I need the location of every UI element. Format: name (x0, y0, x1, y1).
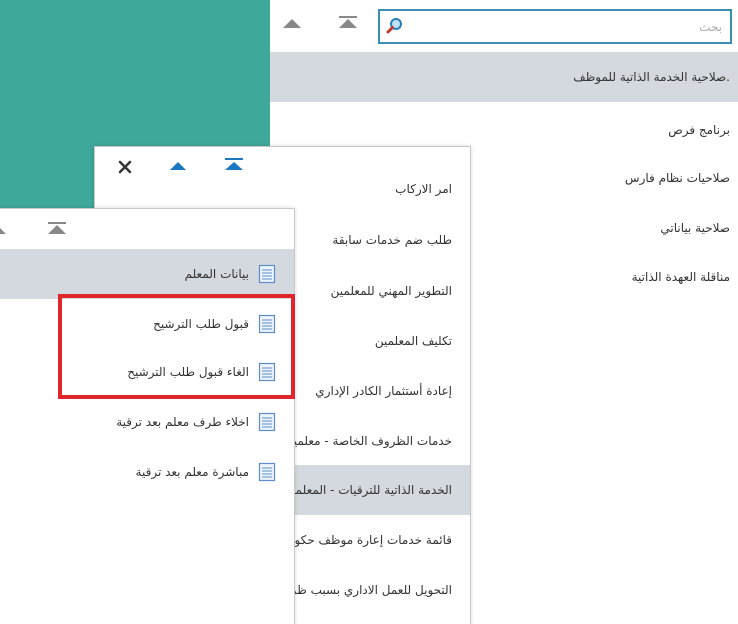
menu-item-label: الغاء قبول طلب الترشيح (127, 365, 249, 379)
menu-item-label: مباشرة معلم بعد ترقية (135, 465, 249, 479)
document-icon (258, 314, 276, 334)
menu-item-forsah[interactable]: برنامج فرص (290, 110, 730, 150)
menu-item-label: قبول طلب الترشيح (153, 317, 249, 331)
menu-item-self-service[interactable]: .صلاحية الخدمة الذاتية للموظف (290, 57, 730, 97)
menu-item-teacher-data[interactable]: بيانات المعلم (6, 259, 276, 289)
menu-item-label: بيانات المعلم (184, 267, 249, 281)
scroll-top-button[interactable] (337, 14, 359, 32)
search-icon[interactable] (386, 17, 404, 35)
scroll-up-button[interactable] (0, 222, 8, 240)
scroll-up-button[interactable] (281, 16, 303, 34)
document-icon (258, 412, 276, 432)
menu-item-label: اخلاء طرف معلم بعد ترقية (116, 415, 249, 429)
menu-item-clearance[interactable]: اخلاء طرف معلم بعد ترقية (6, 407, 276, 437)
menu-panel-level-3: بيانات المعلم قبول طلب الترشيح الغاء قبو… (0, 208, 295, 624)
menu-item-accept-nomination[interactable]: قبول طلب الترشيح (6, 309, 276, 339)
menu-item-cancel-nomination[interactable]: الغاء قبول طلب الترشيح (6, 357, 276, 387)
document-icon (258, 462, 276, 482)
document-icon (258, 264, 276, 284)
search-box (378, 9, 732, 44)
menu-item-commencement[interactable]: مباشرة معلم بعد ترقية (6, 457, 276, 487)
search-input[interactable] (410, 13, 722, 40)
document-icon (258, 362, 276, 382)
menu-item-ride-order[interactable]: امر الاركاب (95, 171, 452, 207)
scroll-top-button[interactable] (46, 220, 68, 238)
